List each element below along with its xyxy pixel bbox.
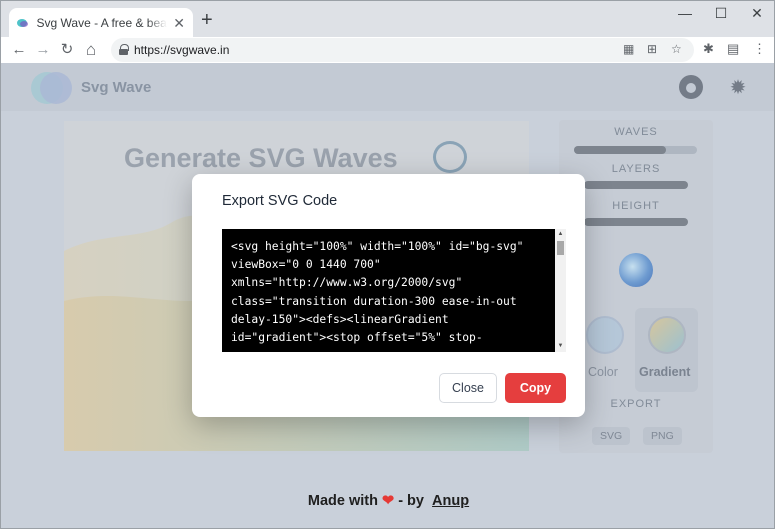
gradient-color-swatch[interactable] xyxy=(648,316,686,354)
footer: Made with ❤ - by Anup xyxy=(1,493,774,509)
footer-made-with: Made with xyxy=(307,493,378,509)
svg-code-text[interactable]: <svg height="100%" width="100%" id="bg-s… xyxy=(231,238,549,347)
theme-toggle-sun-icon[interactable]: ✹ xyxy=(728,78,748,98)
copy-button[interactable]: Copy xyxy=(505,373,566,403)
url-text[interactable]: https://svgwave.in xyxy=(134,43,229,57)
scroll-up-icon[interactable]: ▲ xyxy=(555,229,566,240)
bookmark-star-icon[interactable]: ☆ xyxy=(671,42,682,56)
code-scrollbar[interactable]: ▲ ▼ xyxy=(555,229,566,352)
github-icon[interactable] xyxy=(679,75,703,99)
export-svg-button[interactable]: SVG xyxy=(592,427,631,445)
lock-icon[interactable] xyxy=(119,44,129,55)
svg-code-box[interactable]: <svg height="100%" width="100%" id="bg-s… xyxy=(222,229,566,352)
menu-kebab-icon[interactable]: ⋮ xyxy=(753,41,766,57)
layers-label: LAYERS xyxy=(611,163,661,175)
browser-window: Svg Wave - A free & beautiful gradient S… xyxy=(0,0,775,529)
home-icon[interactable]: ⌂ xyxy=(81,40,101,60)
hero-title: Generate SVG Waves xyxy=(124,143,398,173)
translate-icon[interactable]: ⊞ xyxy=(647,42,657,56)
wave-emoji-icon xyxy=(433,141,467,173)
forward-icon[interactable]: → xyxy=(33,40,53,60)
author-link[interactable]: Anup xyxy=(432,493,469,509)
scroll-thumb[interactable] xyxy=(557,241,564,255)
reload-icon[interactable]: ↻ xyxy=(57,40,77,60)
close-button[interactable]: Close xyxy=(439,373,497,403)
svgwave-favicon-icon xyxy=(17,17,29,29)
address-bar[interactable]: https://svgwave.in ▦ ⊞ ☆ xyxy=(111,38,694,62)
window-close-icon[interactable]: ✕ xyxy=(745,5,769,22)
brand-name[interactable]: Svg Wave xyxy=(81,79,151,96)
heart-icon: ❤ xyxy=(382,493,395,509)
site-header: Svg Wave ✹ xyxy=(1,63,774,111)
svgwave-logo-icon[interactable] xyxy=(31,72,72,104)
gradient-option-label[interactable]: Gradient xyxy=(639,365,690,379)
layers-slider[interactable] xyxy=(584,181,688,189)
back-icon[interactable]: ← xyxy=(9,40,29,60)
waves-slider-fill xyxy=(574,146,666,154)
extensions-icon[interactable]: ✱ xyxy=(703,41,714,57)
scroll-down-icon[interactable]: ▼ xyxy=(555,341,566,352)
waves-label: WAVES xyxy=(614,126,658,138)
browser-toolbar: ← → ↻ ⌂ https://svgwave.in ▦ ⊞ ☆ ✱ ▤ ⋮ xyxy=(1,37,774,63)
modal-title: Export SVG Code xyxy=(222,193,338,209)
randomize-icon[interactable] xyxy=(619,253,653,287)
qr-code-icon[interactable]: ▦ xyxy=(623,42,634,56)
color-option-label[interactable]: Color xyxy=(588,365,618,379)
tab-bar: Svg Wave - A free & beautiful gradient S… xyxy=(1,1,774,37)
tab-close-icon[interactable]: ✕ xyxy=(173,16,185,30)
solid-color-swatch[interactable] xyxy=(586,316,624,354)
export-png-button[interactable]: PNG xyxy=(643,427,682,445)
export-svg-modal: Export SVG Code <svg height="100%" width… xyxy=(192,174,585,417)
minimize-icon[interactable]: — xyxy=(673,5,697,21)
footer-by: - by xyxy=(398,493,424,509)
new-tab-icon[interactable]: + xyxy=(201,10,213,30)
maximize-icon[interactable]: ☐ xyxy=(709,5,733,22)
height-slider[interactable] xyxy=(584,218,688,226)
tab-svgwave[interactable]: Svg Wave - A free & beautiful gradient S… xyxy=(9,8,193,37)
profile-icon[interactable]: ▤ xyxy=(727,41,739,57)
tab-title: Svg Wave - A free & beautiful gradient S… xyxy=(36,15,168,30)
